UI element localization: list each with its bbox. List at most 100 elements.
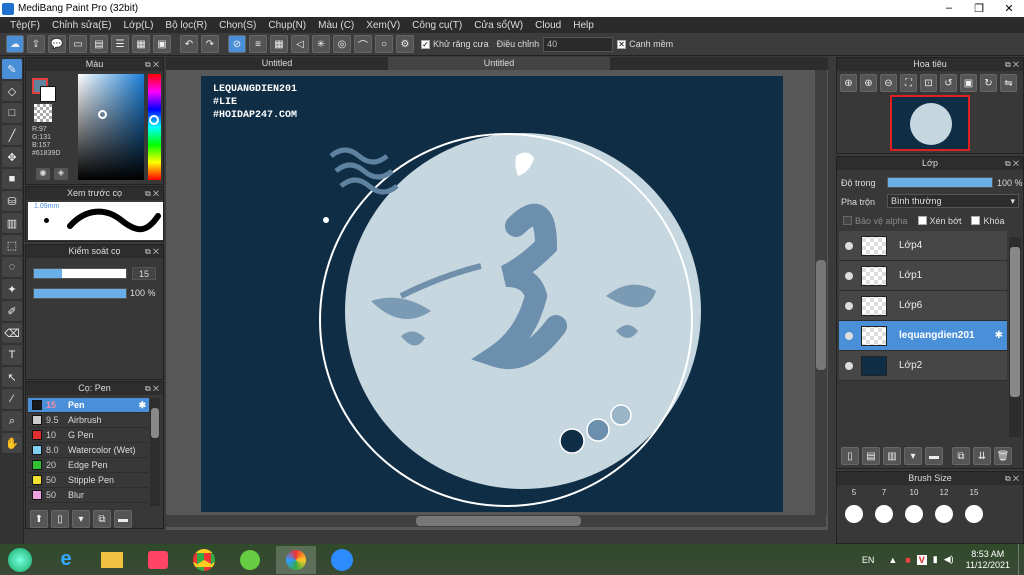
merge-down-icon[interactable]: ⇊ <box>973 447 991 465</box>
radial-snap-icon[interactable]: ✳ <box>312 35 330 53</box>
canvas-hscrollbar[interactable] <box>166 515 826 527</box>
add-layer-menu-icon[interactable]: ▾ <box>904 447 922 465</box>
speech-bubble-icon[interactable]: 💬 <box>48 35 66 53</box>
brush-row[interactable]: 8.0 Watercolor (Wet) <box>28 443 149 458</box>
duplicate-layer-icon[interactable]: ⧉ <box>952 447 970 465</box>
panel-popout-icon[interactable]: ⧉ ✕ <box>1005 472 1019 485</box>
menu-item-6[interactable]: Màu (C) <box>312 20 360 31</box>
antialias-checkbox[interactable]: ✓ <box>421 39 430 49</box>
brush-tool-icon[interactable]: ✎ <box>2 59 22 79</box>
brush-size-option[interactable]: 15 <box>959 488 989 538</box>
zoom-in-alt-icon[interactable]: ⊕ <box>860 74 877 92</box>
hue-slider[interactable] <box>148 74 161 180</box>
fit-icon[interactable]: ⛶ <box>900 74 917 92</box>
menu-item-0[interactable]: Tệp(F) <box>4 20 46 31</box>
brush-row[interactable]: 50 Blur <box>28 488 149 503</box>
tab-untitled-2[interactable]: Untitled <box>388 57 610 70</box>
curve-snap-icon[interactable]: ⌒ <box>354 35 372 53</box>
settings-icon[interactable]: ⚙ <box>396 35 414 53</box>
media-icon[interactable] <box>138 546 178 574</box>
network-icon[interactable]: ▮ <box>933 554 938 565</box>
brush-row[interactable]: 9.5 Airbrush <box>28 413 149 428</box>
dot-tool-icon[interactable]: □ <box>2 103 22 123</box>
new-8bit-layer-icon[interactable]: ▥ <box>883 447 901 465</box>
menu-item-8[interactable]: Công cụ(T) <box>406 20 468 31</box>
tray-v-icon[interactable]: V <box>916 554 927 565</box>
visibility-icon[interactable] <box>845 361 853 370</box>
operation-tool-icon[interactable]: ↖ <box>2 367 22 387</box>
flip-icon[interactable]: ⇋ <box>1000 74 1017 92</box>
select-rect-icon[interactable]: ⬚ <box>2 235 22 255</box>
snap-off-icon[interactable]: ⊘ <box>228 35 246 53</box>
grid-icon[interactable]: ▦ <box>132 35 150 53</box>
fill-rect-icon[interactable]: ■ <box>2 169 22 189</box>
rotate-left-icon[interactable]: ↺ <box>940 74 957 92</box>
menu-item-7[interactable]: Xem(V) <box>360 20 406 31</box>
panel-popout-icon[interactable]: ⧉ ✕ <box>145 58 159 71</box>
select-eraser-icon[interactable]: ⌫ <box>2 323 22 343</box>
menu-item-5[interactable]: Chụp(N) <box>262 20 312 31</box>
brush-settings-icon[interactable]: ✱ <box>138 400 146 411</box>
eraser-tool-icon[interactable]: ◇ <box>2 81 22 101</box>
gradient-tool-icon[interactable]: ▥ <box>2 213 22 233</box>
menu-item-1[interactable]: Chỉnh sửa(E) <box>46 20 118 31</box>
folder-icon[interactable] <box>92 546 132 574</box>
panel-icon[interactable]: ▭ <box>69 35 87 53</box>
actual-size-icon[interactable]: ⊡ <box>920 74 937 92</box>
layer-row[interactable]: Lớp1 <box>839 261 1007 291</box>
language-indicator[interactable]: EN <box>862 555 875 565</box>
layer-row[interactable]: Lớp4 <box>839 231 1007 261</box>
parallel-snap-icon[interactable]: ≡ <box>249 35 267 53</box>
brush-row[interactable]: 20 Edge Pen <box>28 458 149 473</box>
ie-icon[interactable]: e <box>46 546 86 574</box>
ellipse-snap-icon[interactable]: ○ <box>375 35 393 53</box>
panel-popout-icon[interactable]: ⧉ ✕ <box>145 187 159 200</box>
edge-toggle[interactable]: ✕ Cạnh mềm <box>617 39 673 49</box>
layout-icon[interactable]: ▣ <box>153 35 171 53</box>
color-tool-a-icon[interactable]: ◉ <box>36 168 50 180</box>
panel-popout-icon[interactable]: ⧉ ✕ <box>1005 157 1019 170</box>
brush-size-slider[interactable] <box>33 268 127 279</box>
layer-settings-icon[interactable]: ✱ <box>995 330 1003 341</box>
visibility-icon[interactable] <box>845 301 853 310</box>
panel-popout-icon[interactable]: ⧉ ✕ <box>1005 58 1019 71</box>
protect-alpha-checkbox[interactable] <box>843 216 852 225</box>
adjust-input[interactable]: 40 <box>543 36 614 52</box>
zoom-out-icon[interactable]: ⊖ <box>880 74 897 92</box>
brush-folder-icon[interactable]: ▬ <box>114 510 132 528</box>
page-icon[interactable]: ▤ <box>90 35 108 53</box>
brush-size-option[interactable]: 10 <box>899 488 929 538</box>
edge-checkbox[interactable]: ✕ <box>617 39 627 49</box>
delete-layer-icon[interactable]: 🗑 <box>994 447 1012 465</box>
layer-row[interactable]: Lớp6 <box>839 291 1007 321</box>
line-tool-icon[interactable]: ╱ <box>2 125 22 145</box>
new-layer-icon[interactable]: ▯ <box>841 447 859 465</box>
tray-arrow-icon[interactable]: ▲ <box>888 555 897 565</box>
blend-mode-select[interactable]: Bình thường ▾ <box>887 194 1019 208</box>
new-halftone-layer-icon[interactable]: ▤ <box>862 447 880 465</box>
menu-item-9[interactable]: Cửa sổ(W) <box>468 20 529 31</box>
start-button[interactable] <box>0 546 40 574</box>
magic-wand-icon[interactable]: ✦ <box>2 279 22 299</box>
brush-size-option[interactable]: 7 <box>869 488 899 538</box>
zoom-in-icon[interactable]: ⊕ <box>840 74 857 92</box>
color-sv-field[interactable] <box>78 74 144 180</box>
coccoc-icon[interactable] <box>230 546 270 574</box>
tab-untitled-1[interactable]: Untitled <box>166 57 388 70</box>
rotate-right-icon[interactable]: ↻ <box>980 74 997 92</box>
brush-list-scrollbar[interactable] <box>150 398 160 506</box>
visibility-icon[interactable] <box>845 271 853 280</box>
grid-snap-icon[interactable]: ▦ <box>270 35 288 53</box>
volume-icon[interactable]: ◀) <box>944 554 954 565</box>
brush-row[interactable]: 50 Stipple Pen <box>28 473 149 488</box>
visibility-icon[interactable] <box>845 331 853 340</box>
menu-item-2[interactable]: Lớp(L) <box>118 20 160 31</box>
chrome-icon[interactable] <box>184 546 224 574</box>
close-button[interactable]: ✕ <box>994 2 1024 15</box>
canvas-vscrollbar[interactable] <box>815 70 827 515</box>
circle-snap-icon[interactable]: ◎ <box>333 35 351 53</box>
brush-options-icon[interactable]: ▾ <box>72 510 90 528</box>
layer-list-scrollbar[interactable] <box>1009 237 1021 437</box>
clock[interactable]: 8:53 AM 11/12/2021 <box>966 549 1010 571</box>
brush-row[interactable]: 15 Pen ✱ <box>28 398 149 413</box>
